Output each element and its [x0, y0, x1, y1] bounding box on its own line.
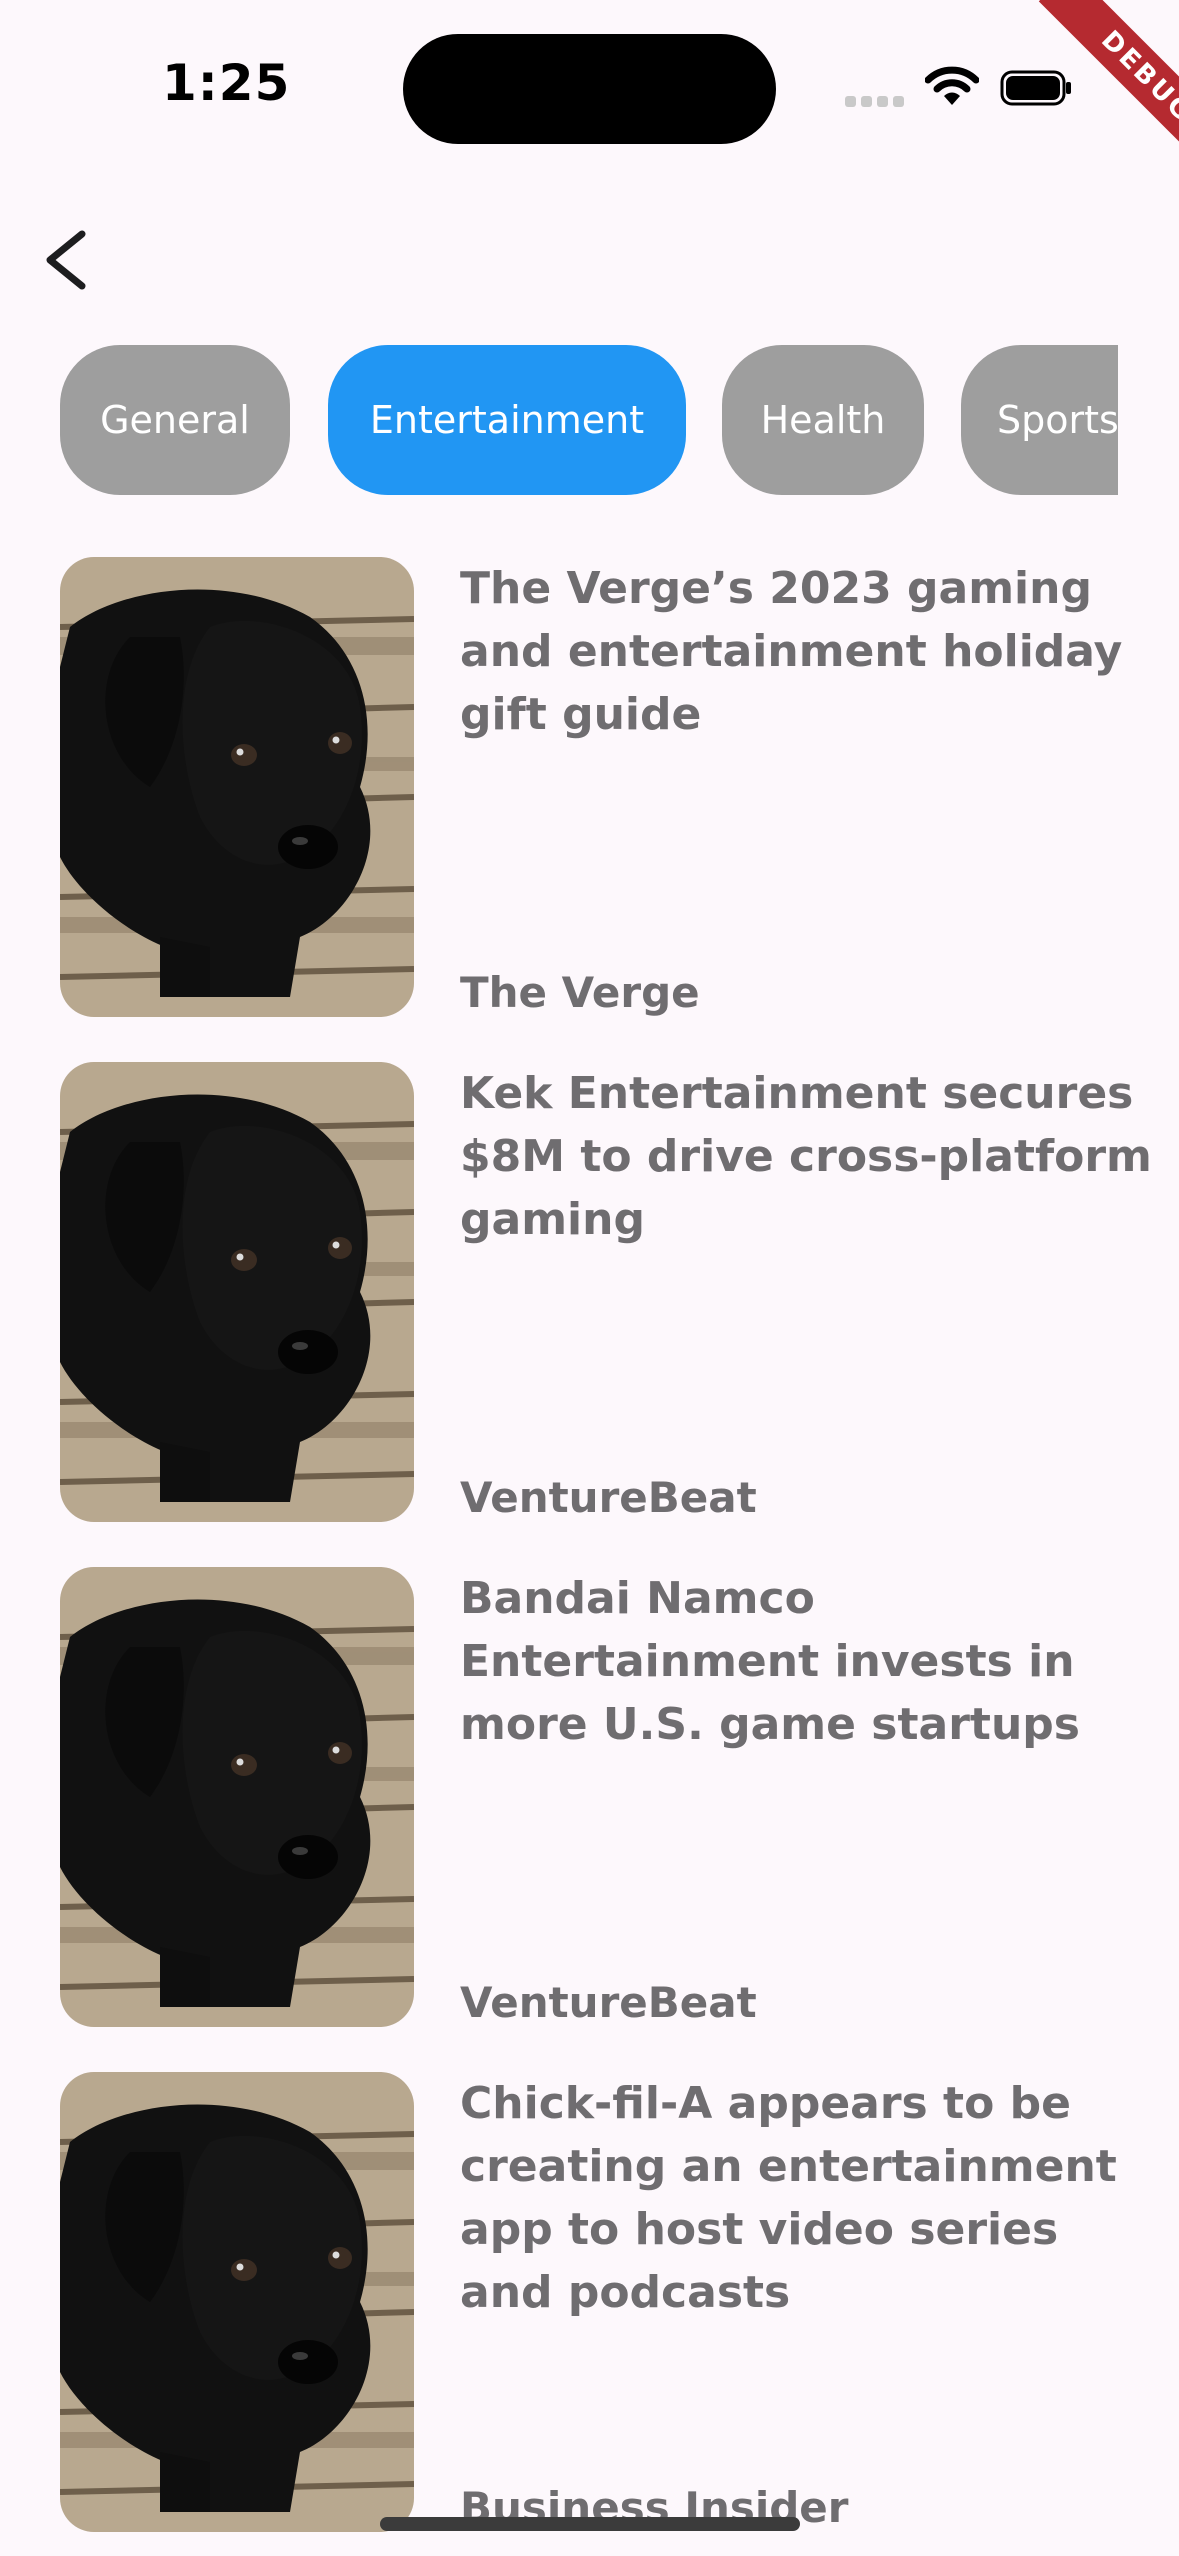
debug-banner: DEBUG [979, 0, 1179, 200]
tab-label: Sports [997, 398, 1118, 442]
article-title: Bandai Namco Entertainment invests in mo… [460, 1573, 1080, 1750]
home-indicator[interactable] [380, 2517, 800, 2531]
chevron-left-icon [46, 230, 86, 290]
dynamic-island [403, 34, 776, 144]
tab-entertainment[interactable]: Entertainment [328, 345, 686, 495]
article-title: Kek Entertainment secures $8M to drive c… [460, 1068, 1152, 1245]
article-thumbnail [60, 557, 414, 1017]
tab-general[interactable]: General [60, 345, 290, 495]
article-thumbnail [60, 1062, 414, 1522]
status-bar: 1:25 DEBUG [0, 0, 1179, 186]
debug-label: DEBUG [1038, 0, 1179, 186]
article-source: VentureBeat [460, 1978, 757, 2027]
article-source: VentureBeat [460, 1473, 757, 1522]
category-tabs[interactable]: General Entertainment Health Sports [60, 345, 1118, 495]
article-thumbnail [60, 2072, 414, 2532]
tab-label: General [100, 398, 250, 442]
article-card[interactable]: Bandai Namco Entertainment invests in mo… [60, 1567, 1118, 2027]
tab-sports[interactable]: Sports [961, 345, 1118, 495]
article-source: The Verge [460, 968, 700, 1017]
article-thumbnail [60, 1567, 414, 2027]
wifi-icon [924, 66, 980, 106]
status-time: 1:25 [162, 54, 291, 112]
tab-label: Health [760, 398, 886, 442]
tab-label: Entertainment [369, 398, 645, 442]
back-button[interactable] [36, 220, 132, 316]
article-card[interactable]: Chick-fil-A appears to be creating an en… [60, 2072, 1118, 2532]
cellular-signal-icon [845, 96, 905, 108]
article-title: Chick-fil-A appears to be creating an en… [460, 2078, 1117, 2318]
article-title: The Verge’s 2023 gaming and entertainmen… [460, 563, 1123, 740]
tab-health[interactable]: Health [722, 345, 924, 495]
article-card[interactable]: The Verge’s 2023 gaming and entertainmen… [60, 557, 1122, 1017]
article-card[interactable]: Kek Entertainment secures $8M to drive c… [60, 1062, 1152, 1522]
